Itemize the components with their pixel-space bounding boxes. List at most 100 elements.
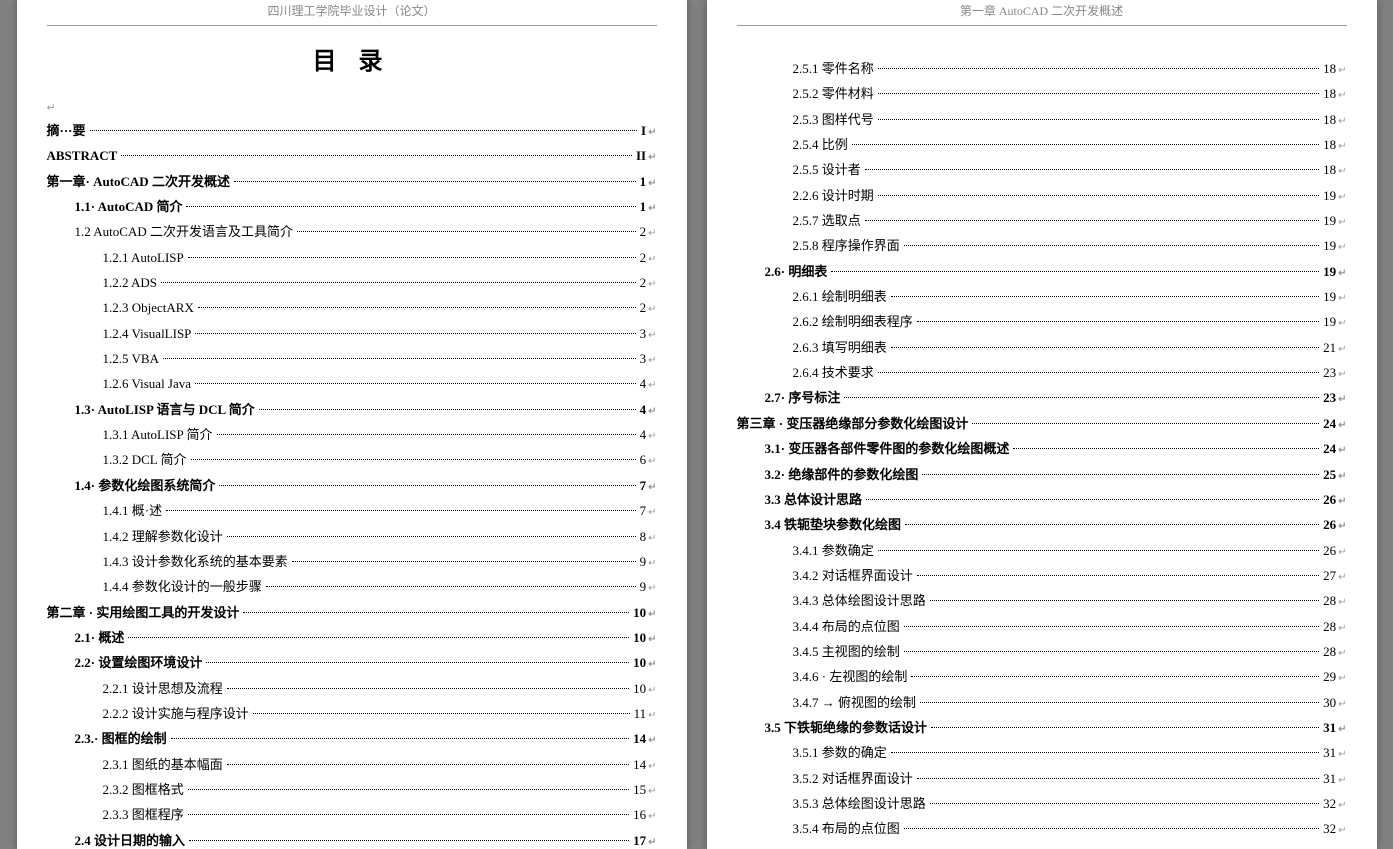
toc-page-number: 11 bbox=[634, 701, 647, 726]
toc-leader bbox=[188, 257, 636, 258]
toc-label: 3.4.1 参数确定 bbox=[793, 538, 874, 563]
toc-entry: 摘···要I↵ bbox=[47, 118, 657, 143]
toc-label: 1.4.1 概·述 bbox=[103, 498, 163, 523]
toc-page-number: 19 bbox=[1323, 208, 1336, 233]
line-end-mark: ↵ bbox=[1338, 314, 1346, 334]
toc-entry: 1.4· 参数化绘图系统简介7↵ bbox=[47, 473, 657, 498]
toc-leader bbox=[917, 575, 1319, 576]
toc-label: 2.5.8 程序操作界面 bbox=[793, 233, 900, 258]
toc-page-number: 15 bbox=[633, 777, 646, 802]
toc-label: 3.5.1 参数的确定 bbox=[793, 740, 887, 765]
line-end-mark: ↵ bbox=[648, 123, 656, 143]
line-end-mark: ↵ bbox=[1338, 467, 1346, 487]
toc-entry: 2.5.4 比例18↵ bbox=[737, 132, 1347, 157]
line-end-mark: ↵ bbox=[648, 148, 656, 168]
toc-page-number: 21 bbox=[1323, 335, 1336, 360]
right-toc-container: 2.5.1 零件名称18↵2.5.2 零件材料18↵2.5.3 图样代号18↵2… bbox=[737, 56, 1347, 842]
toc-label: 2.5.4 比例 bbox=[793, 132, 848, 157]
toc-entry: 2.6.2 绘制明细表程序19↵ bbox=[737, 309, 1347, 334]
line-end-mark: ↵ bbox=[648, 655, 656, 675]
toc-leader bbox=[198, 307, 636, 308]
toc-page-number: 19 bbox=[1323, 309, 1336, 334]
line-end-mark: ↵ bbox=[648, 351, 656, 371]
toc-leader bbox=[852, 144, 1319, 145]
toc-label: 2.2· 设置绘图环境设计 bbox=[75, 650, 203, 675]
toc-label: 1.2.1 AutoLISP bbox=[103, 245, 184, 270]
toc-entry: 2.5.2 零件材料18↵ bbox=[737, 81, 1347, 106]
toc-page-number: 26 bbox=[1323, 512, 1336, 537]
toc-label: 第一章· AutoCAD 二次开发概述 bbox=[47, 169, 230, 194]
toc-leader bbox=[259, 409, 636, 410]
toc-page-number: 32 bbox=[1323, 816, 1336, 841]
toc-page-number: 16 bbox=[633, 802, 646, 827]
toc-entry: 1.3.2 DCL 简介6↵ bbox=[47, 447, 657, 472]
toc-label: 1.3.2 DCL 简介 bbox=[103, 447, 187, 472]
toc-entry: 3.4.5 主视图的绘制28↵ bbox=[737, 639, 1347, 664]
toc-leader bbox=[904, 828, 1319, 829]
toc-label: 3.4.3 总体绘图设计思路 bbox=[793, 588, 926, 613]
toc-leader bbox=[297, 231, 636, 232]
right-page-header: 第一章 AutoCAD 二次开发概述 bbox=[737, 0, 1347, 26]
toc-leader bbox=[195, 333, 635, 334]
line-end-mark: ↵ bbox=[1338, 365, 1346, 385]
line-end-mark: ↵ bbox=[648, 529, 656, 549]
line-end-mark: ↵ bbox=[1338, 390, 1346, 410]
toc-leader bbox=[911, 676, 1319, 677]
toc-entry: 3.5.1 参数的确定31↵ bbox=[737, 740, 1347, 765]
toc-page-number: 18 bbox=[1323, 81, 1336, 106]
toc-leader bbox=[904, 626, 1319, 627]
toc-label: 3.4.2 对话框界面设计 bbox=[793, 563, 913, 588]
toc-page-number: 10 bbox=[633, 650, 646, 675]
toc-page-number: 18 bbox=[1323, 107, 1336, 132]
toc-label: 1.2 AutoCAD 二次开发语言及工具简介 bbox=[75, 219, 293, 244]
toc-page-number: 23 bbox=[1323, 385, 1336, 410]
toc-label: 2.6.3 填写明细表 bbox=[793, 335, 887, 360]
line-end-mark: ↵ bbox=[1338, 821, 1346, 841]
toc-entry: 1.4.3 设计参数化系统的基本要素9↵ bbox=[47, 549, 657, 574]
toc-page-number: 2 bbox=[640, 295, 647, 320]
toc-leader bbox=[831, 271, 1319, 272]
line-end-mark: ↵ bbox=[1338, 264, 1346, 284]
toc-entry: 3.4.1 参数确定26↵ bbox=[737, 538, 1347, 563]
toc-entry: 3.4.7 → 俯视图的绘制30↵ bbox=[737, 690, 1347, 715]
toc-leader bbox=[878, 550, 1319, 551]
toc-label: 第二章 · 实用绘图工具的开发设计 bbox=[47, 600, 240, 625]
toc-page-number: 10 bbox=[633, 676, 646, 701]
toc-entry: 2.6.4 技术要求23↵ bbox=[737, 360, 1347, 385]
toc-leader bbox=[243, 612, 629, 613]
toc-leader bbox=[161, 282, 636, 283]
toc-entry: 第三章 · 变压器绝缘部分参数化绘图设计24↵ bbox=[737, 411, 1347, 436]
toc-page-number: 28 bbox=[1323, 639, 1336, 664]
left-page: 四川理工学院毕业设计（论文） 目 录 ↵ 摘···要I↵ABSTRACTII↵第… bbox=[17, 0, 687, 849]
toc-leader bbox=[931, 727, 1319, 728]
toc-label: 2.5.5 设计者 bbox=[793, 157, 861, 182]
toc-label: 2.6.1 绘制明细表 bbox=[793, 284, 887, 309]
toc-entry: 2.2.6 设计时期19↵ bbox=[737, 183, 1347, 208]
toc-leader bbox=[234, 181, 636, 182]
toc-entry: 3.5.2 对话框界面设计31↵ bbox=[737, 766, 1347, 791]
toc-entry: 2.3.3 图框程序16↵ bbox=[47, 802, 657, 827]
toc-entry: 第二章 · 实用绘图工具的开发设计10↵ bbox=[47, 600, 657, 625]
toc-page-number: 4 bbox=[640, 422, 647, 447]
toc-leader bbox=[891, 752, 1319, 753]
toc-leader bbox=[189, 840, 629, 841]
toc-leader bbox=[90, 130, 638, 131]
toc-label: ABSTRACT bbox=[47, 143, 118, 168]
toc-entry: 2.2.1 设计思想及流程10↵ bbox=[47, 676, 657, 701]
toc-leader bbox=[865, 220, 1319, 221]
toc-entry: 3.4.3 总体绘图设计思路28↵ bbox=[737, 588, 1347, 613]
toc-entry: 3.4 铁轭垫块参数化绘图26↵ bbox=[737, 512, 1347, 537]
toc-label: 1.3.1 AutoLISP 简介 bbox=[103, 422, 213, 447]
toc-page-number: 26 bbox=[1323, 538, 1336, 563]
toc-leader bbox=[878, 93, 1319, 94]
toc-label: 3.5.2 对话框界面设计 bbox=[793, 766, 913, 791]
line-end-mark: ↵ bbox=[648, 250, 656, 270]
line-end-mark: ↵ bbox=[1338, 669, 1346, 689]
toc-entry: 3.4.4 布局的点位图28↵ bbox=[737, 614, 1347, 639]
toc-label: 2.3.· 图框的绘制 bbox=[75, 726, 167, 751]
toc-entry: 1.4.2 理解参数化设计8↵ bbox=[47, 524, 657, 549]
toc-label: 3.4.4 布局的点位图 bbox=[793, 614, 900, 639]
line-end-mark: ↵ bbox=[648, 174, 656, 194]
toc-leader bbox=[188, 789, 629, 790]
toc-label: 3.4 铁轭垫块参数化绘图 bbox=[765, 512, 902, 537]
